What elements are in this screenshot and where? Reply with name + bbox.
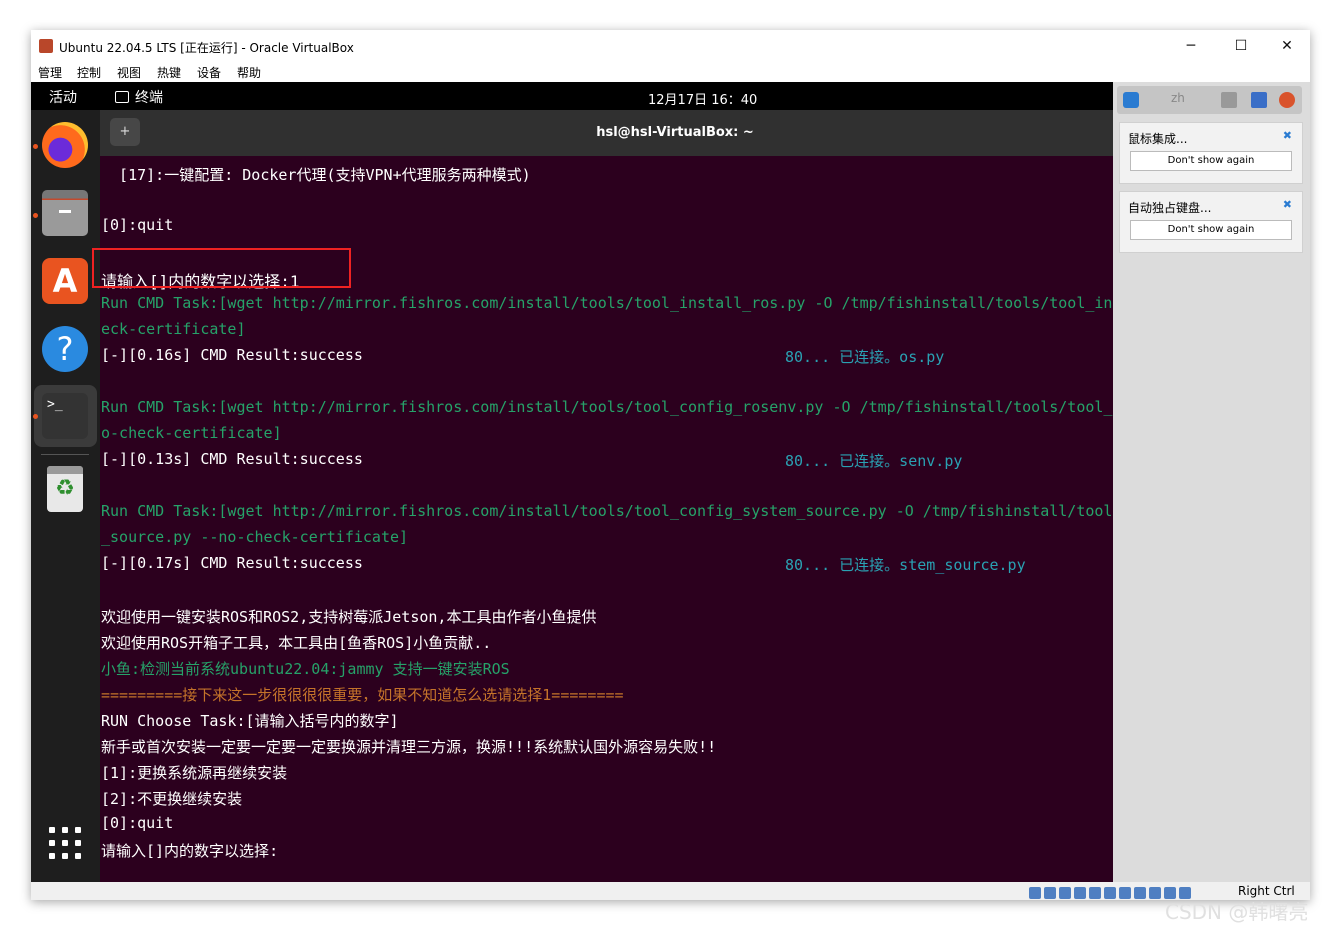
- terminal-line: 欢迎使用ROS开箱子工具，本工具由[鱼香ROS]小鱼贡献..: [101, 634, 492, 652]
- running-indicator: [33, 414, 38, 419]
- terminal-line: [-][0.17s] CMD Result:success: [101, 554, 363, 572]
- terminal-line: 小鱼:检测当前系统ubuntu22.04:jammy 支持一键安装ROS: [101, 660, 510, 678]
- dont-show-again-button[interactable]: Don't show again: [1130, 220, 1292, 240]
- terminal-line: 请输入[]内的数字以选择:: [101, 842, 279, 860]
- recycle-icon: ♻: [55, 476, 75, 501]
- mouse-integration-notice: 鼠标集成... ✖ Don't show again: [1119, 122, 1303, 184]
- app-menu-label: 终端: [135, 90, 163, 106]
- notification-toolbar: zh: [1117, 86, 1302, 114]
- trash-icon[interactable]: ♻: [47, 466, 83, 512]
- notice-close-icon[interactable]: ✖: [1283, 198, 1292, 211]
- menu-view[interactable]: 视图: [117, 64, 141, 81]
- notice-close-icon[interactable]: ✖: [1283, 129, 1292, 142]
- window-title: Ubuntu 22.04.5 LTS [正在运行] - Oracle Virtu…: [59, 41, 354, 55]
- notice-title: 鼠标集成...: [1128, 132, 1188, 146]
- terminal-line: [17]:一键配置: Docker代理(支持VPN+代理服务两种模式): [101, 166, 531, 184]
- firefox-icon[interactable]: [42, 122, 88, 168]
- terminal-line: 80... 已连接。senv.py: [785, 452, 963, 470]
- terminal-line: [-][0.13s] CMD Result:success: [101, 450, 363, 468]
- software-store-icon[interactable]: A: [42, 258, 88, 304]
- trash-lid: [47, 466, 83, 474]
- terminal-small-icon: [115, 91, 129, 103]
- keyboard-capture-notice: 自动独占键盘... ✖ Don't show again: [1119, 191, 1303, 253]
- menu-bar: 管理 控制 视图 热键 设备 帮助: [31, 62, 1310, 82]
- menu-devices[interactable]: 设备: [197, 64, 221, 81]
- virtualbox-window: Ubuntu 22.04.5 LTS [正在运行] - Oracle Virtu…: [31, 30, 1310, 900]
- terminal-line: eck-certificate]: [101, 320, 246, 338]
- window-titlebar[interactable]: Ubuntu 22.04.5 LTS [正在运行] - Oracle Virtu…: [31, 30, 1310, 62]
- terminal-line: [1]:更换系统源再继续安装: [101, 764, 288, 782]
- terminal-line: RUN Choose Task:[请输入括号内的数字]: [101, 712, 399, 730]
- terminal-line: 80... 已连接。os.py: [785, 348, 945, 366]
- menu-hotkeys[interactable]: 热键: [157, 64, 181, 81]
- help-icon[interactable]: ?: [42, 326, 88, 372]
- cpu-icon[interactable]: [1149, 887, 1161, 899]
- audio-icon[interactable]: [1059, 887, 1071, 899]
- terminal-title: hsl@hsl-VirtualBox: ~: [596, 125, 754, 140]
- terminal-output[interactable]: [17]:一键配置: Docker代理(支持VPN+代理服务两种模式) [0]:…: [92, 156, 1293, 882]
- optical-drive-icon[interactable]: [1044, 887, 1056, 899]
- terminal-line: 欢迎使用一键安装ROS和ROS2,支持树莓派Jetson,本工具由作者小鱼提供: [101, 608, 597, 626]
- terminal-line: [0]:quit: [101, 814, 174, 832]
- activities-button[interactable]: 活动: [49, 87, 77, 107]
- dock-separator: [41, 454, 89, 455]
- recording-icon[interactable]: [1134, 887, 1146, 899]
- app-menu[interactable]: 终端: [115, 87, 163, 107]
- terminal-line: 80... 已连接。stem_source.py: [785, 556, 1026, 574]
- menu-manage[interactable]: 管理: [38, 64, 62, 81]
- usb-icon: [1251, 92, 1267, 108]
- menu-help[interactable]: 帮助: [237, 64, 261, 81]
- terminal-icon[interactable]: >_: [42, 393, 88, 439]
- highlight-box: [92, 248, 351, 288]
- menu-control[interactable]: 控制: [77, 64, 101, 81]
- settings-icon[interactable]: [1279, 92, 1295, 108]
- close-button[interactable]: ✕: [1267, 34, 1307, 58]
- dont-show-again-button[interactable]: Don't show again: [1130, 151, 1292, 171]
- display-icon[interactable]: [1119, 887, 1131, 899]
- running-indicator: [33, 213, 38, 218]
- terminal-line: [0]:quit: [101, 216, 174, 234]
- usb-devices-icon[interactable]: [1089, 887, 1101, 899]
- terminal-line: [2]:不更换继续安装: [101, 790, 243, 808]
- input-language-indicator: zh: [1171, 91, 1185, 105]
- minimize-button[interactable]: ─: [1171, 34, 1211, 58]
- clock[interactable]: 12月17日 16：40: [648, 89, 757, 108]
- virtualbox-app-icon: [39, 39, 53, 53]
- maximize-button[interactable]: ☐: [1221, 34, 1261, 58]
- hard-disk-icon[interactable]: [1029, 887, 1041, 899]
- vm-screen[interactable]: 活动 终端 12月17日 16：40 A ? >_ ♻ + hsl@hsl-Vi…: [31, 82, 1310, 882]
- notification-panel: zh 鼠标集成... ✖ Don't show again 自动独占键盘... …: [1113, 82, 1310, 882]
- terminal-line: o-check-certificate]: [101, 424, 282, 442]
- terminal-line: _source.py --no-check-certificate]: [101, 528, 409, 546]
- running-indicator: [33, 144, 38, 149]
- shared-folders-icon[interactable]: [1104, 887, 1116, 899]
- network-adapter-icon[interactable]: [1074, 887, 1086, 899]
- network-icon: [1221, 92, 1237, 108]
- vm-status-bar: Right Ctrl: [31, 882, 1310, 900]
- message-icon[interactable]: [1123, 92, 1139, 108]
- files-icon[interactable]: [42, 190, 88, 236]
- notice-title: 自动独占键盘...: [1128, 201, 1212, 215]
- files-icon-detail: [59, 210, 71, 213]
- show-apps-icon[interactable]: [49, 827, 82, 860]
- terminal-line: [-][0.16s] CMD Result:success: [101, 346, 363, 364]
- csdn-watermark: CSDN @韩曙亮: [1165, 900, 1309, 924]
- terminal-line: =========接下来这一步很很很很重要，如果不知道怎么选请选择1======…: [101, 686, 624, 704]
- terminal-line: 新手或首次安装一定要一定要一定要换源并清理三方源，换源!!!系统默认国外源容易失…: [101, 738, 717, 756]
- dock: A ? >_ ♻: [31, 110, 100, 882]
